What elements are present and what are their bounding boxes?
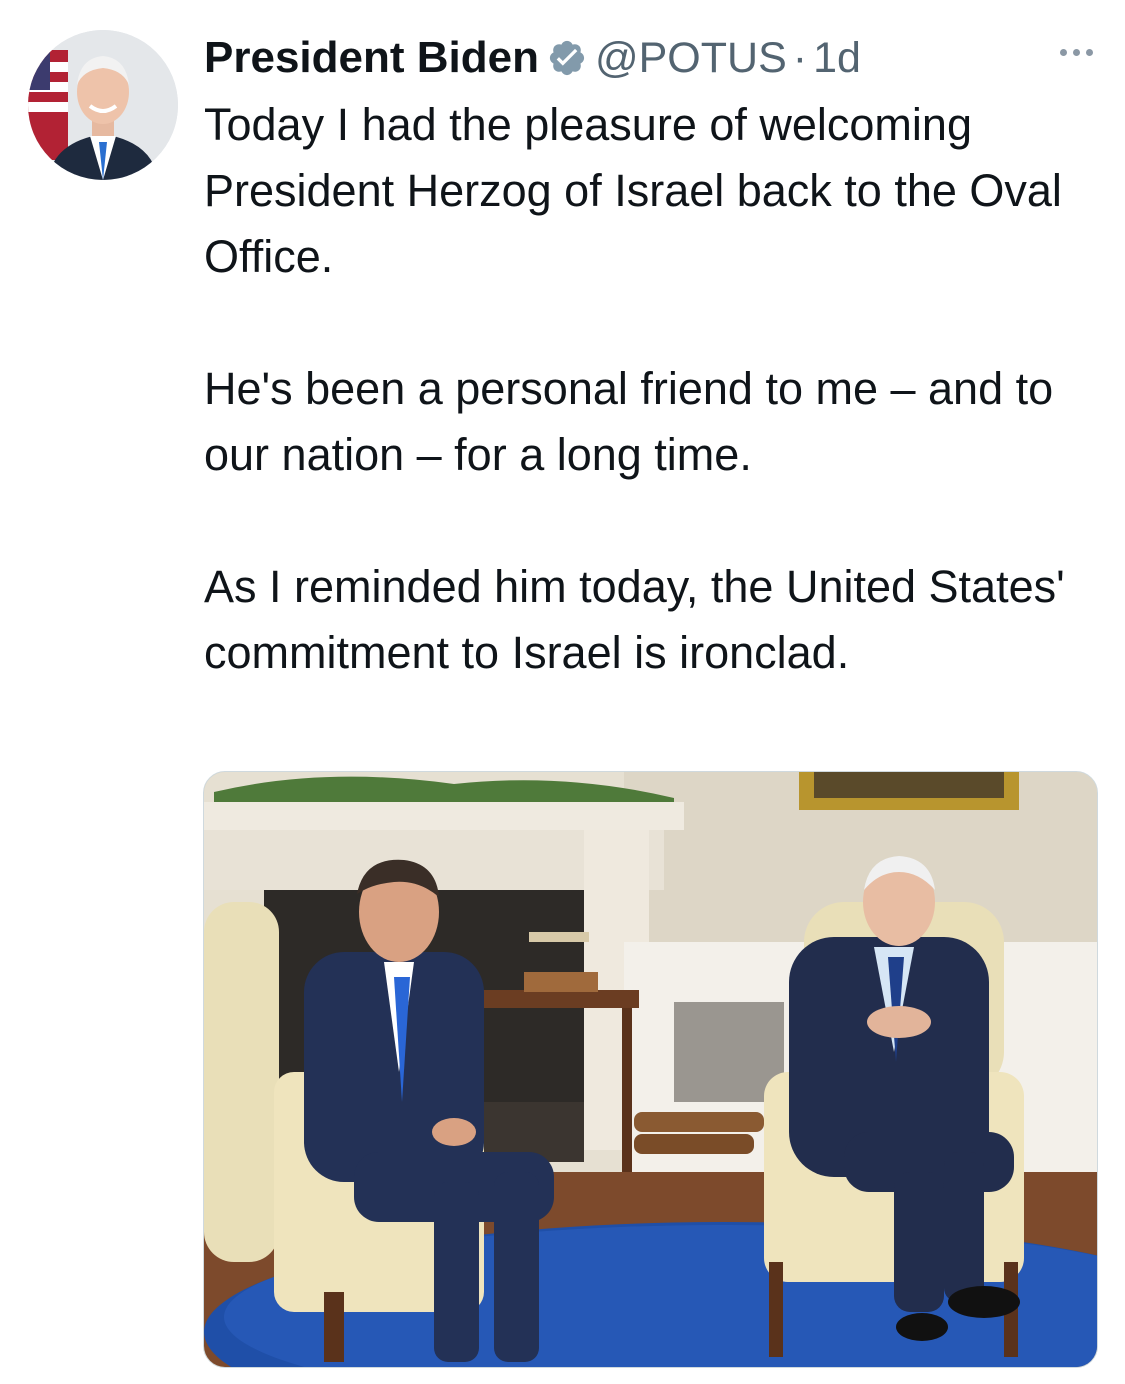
timestamp[interactable]: 1d [813,34,861,83]
separator-dot: · [792,33,808,82]
author-avatar[interactable] [28,30,178,180]
verified-badge-icon[interactable] [547,38,587,78]
tweet-paragraph: He's been a personal friend to me – and … [204,363,1054,480]
tweet-paragraph: Today I had the pleasure of welcoming Pr… [204,99,1062,282]
tweet-text: Today I had the pleasure of welcoming Pr… [204,92,1104,686]
author-name[interactable]: President Biden [204,33,539,83]
author-handle[interactable]: @POTUS [595,34,787,83]
tweet-photo[interactable] [203,771,1098,1368]
tweet-paragraph: As I reminded him today, the United Stat… [204,561,1065,678]
tweet-header: President Biden @POTUS · 1d [204,28,1104,88]
more-options-icon[interactable] [1048,32,1104,72]
